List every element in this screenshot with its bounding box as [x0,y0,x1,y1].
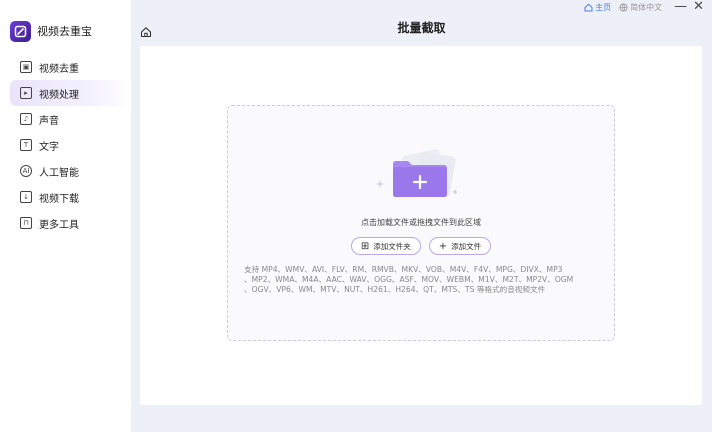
add-file-label: 添加文件 [451,241,482,251]
folder-add-icon[interactable] [373,146,473,206]
minimize-button[interactable]: — [674,0,687,14]
close-button[interactable]: ✕ [693,0,704,14]
text-icon: T [20,139,32,151]
sidebar-item-audio[interactable]: ♪ 声音 [10,106,131,132]
formats-line: 、MP2、WMA、M4A、AAC、WAV、OGG、ASF、MOV、WEBM、M1… [244,275,574,284]
file-dropzone[interactable]: 点击加载文件或拖拽文件到此区域 ⊞ 添加文件夹 + 添加文件 支持 MP4、WM… [227,105,615,341]
formats-line: 、OGV、VP6、WM、MTV、NUT、H261、H264、QT、MTS、TS … [244,285,546,294]
topbar: 批量截取 主页 简体中文 — ✕ [131,0,712,44]
sidebar-item-label: 声音 [39,115,59,127]
window-controls: 主页 简体中文 — ✕ [584,0,704,14]
add-file-button[interactable]: + 添加文件 [428,237,492,255]
brand[interactable]: 视频去重宝 [10,20,92,42]
main-panel: 点击加载文件或拖拽文件到此区域 ⊞ 添加文件夹 + 添加文件 支持 MP4、WM… [140,46,702,405]
add-folder-button[interactable]: ⊞ 添加文件夹 [350,237,421,255]
sidebar-item-video-process[interactable]: ▸ 视频处理 [10,80,131,106]
dropzone-hint: 点击加载文件或拖拽文件到此区域 [361,218,481,227]
supported-formats: 支持 MP4、WMV、AVI、FLV、RM、RMVB、MKV、VOB、M4V、F… [244,265,584,295]
video-dedupe-icon: ▣ [20,61,32,73]
audio-icon: ♪ [20,113,32,125]
add-folder-label: 添加文件夹 [373,241,411,251]
formats-line: 支持 MP4、WMV、AVI、FLV、RM、RMVB、MKV、VOB、M4V、F… [244,265,563,274]
language-selector[interactable]: 简体中文 [619,2,662,13]
sidebar-nav: ▣ 视频去重 ▸ 视频处理 ♪ 声音 T 文字 AI 人工智能 ↓ 视频下载 ⊓… [10,54,131,236]
toolbox-icon: ⊓ [20,217,32,229]
sidebar-item-label: 更多工具 [39,219,79,231]
sidebar-item-label: 文字 [39,141,59,153]
video-process-icon: ▸ [20,87,32,99]
folder-plus-icon: ⊞ [360,240,370,252]
sidebar-item-more-tools[interactable]: ⊓ 更多工具 [10,210,131,236]
page-title: 批量截取 [397,21,446,35]
sidebar-item-download[interactable]: ↓ 视频下载 [10,184,131,210]
globe-icon [619,2,628,12]
language-label: 简体中文 [630,2,663,12]
home-link[interactable]: 主页 [584,2,611,13]
download-icon: ↓ [20,191,32,203]
sidebar: 视频去重宝 ▣ 视频去重 ▸ 视频处理 ♪ 声音 T 文字 AI 人工智能 ↓ … [0,0,131,432]
sidebar-item-label: 人工智能 [39,167,79,179]
sidebar-item-text[interactable]: T 文字 [10,132,131,158]
plus-icon: + [438,240,448,252]
sidebar-item-video-dedupe[interactable]: ▣ 视频去重 [10,54,131,80]
sidebar-item-label: 视频下载 [39,193,79,205]
sidebar-item-label: 视频去重 [39,63,79,75]
home-link-icon [584,3,593,11]
app-logo-icon [10,20,31,42]
app-name: 视频去重宝 [37,25,92,38]
sidebar-item-label: 视频处理 [39,89,79,101]
sidebar-item-ai[interactable]: AI 人工智能 [10,158,131,184]
home-link-label: 主页 [595,2,612,12]
dropzone-buttons: ⊞ 添加文件夹 + 添加文件 [228,237,614,255]
ai-icon: AI [20,165,32,177]
